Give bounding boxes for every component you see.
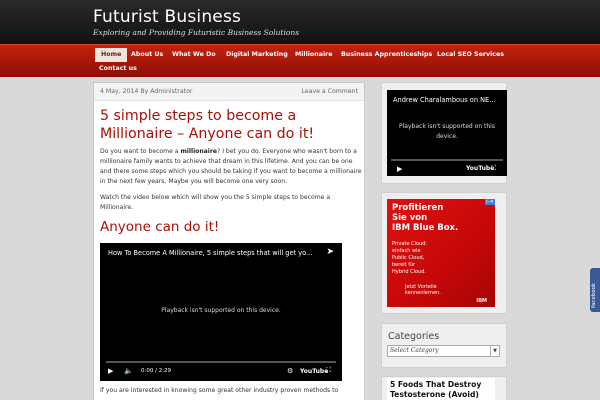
site-title[interactable]: Futurist Business — [93, 7, 241, 27]
facebook-side-tab[interactable]: facebook — [590, 268, 600, 312]
ad-body-line: einfach wie — [392, 248, 421, 254]
post-date-author: 4 May, 2014 By Administrator — [100, 88, 193, 95]
post-meta-bar: 4 May, 2014 By Administrator Leave a Com… — [94, 83, 364, 101]
facebook-label: facebook — [591, 282, 597, 308]
ad-headline-line: Sie von — [392, 213, 428, 223]
nav-item-what-we-do[interactable]: What We Do — [166, 48, 222, 62]
ad-footer-line: kennenlernen. — [405, 290, 441, 296]
post-article: 4 May, 2014 By Administrator Leave a Com… — [93, 82, 365, 400]
volume-icon[interactable]: 🔈 — [124, 367, 133, 375]
ibm-logo: IBM — [476, 298, 487, 304]
youtube-logo[interactable]: YouTube — [300, 368, 328, 375]
ad-headline: Profitieren Sie von IBM Blue Box. — [392, 203, 458, 233]
site-description: Exploring and Providing Futuristic Busin… — [93, 28, 300, 37]
sidebar-video-title[interactable]: Andrew Charalambous on NE... — [393, 96, 495, 104]
sidebar-video-message-2: device. — [436, 133, 458, 140]
main-video-player[interactable]: How To Become A Millionaire, 5 simple st… — [100, 243, 342, 381]
video-time: 0:00 / 2:29 — [141, 368, 172, 374]
nav-item-about-us[interactable]: About Us — [125, 48, 169, 62]
leave-comment-link[interactable]: Leave a Comment — [302, 88, 358, 95]
sidebar-video-progress[interactable] — [391, 159, 503, 161]
nav-item-business-apprenticeships[interactable]: Business Apprenticeships — [335, 48, 438, 62]
p1-text-start: Do you want to become a — [100, 148, 181, 155]
site-header: Futurist Business Exploring and Providin… — [0, 0, 600, 44]
categories-widget: Categories Select Category ▼ — [381, 323, 507, 368]
ad-footer[interactable]: Jetzt Vorteile kennenlernen. — [405, 284, 441, 296]
ad-choices-icon[interactable]: ▷✕ — [484, 199, 495, 205]
nav-item-home[interactable]: Home — [95, 48, 128, 62]
post-paragraph-3: If you are interested in knowing some gr… — [100, 387, 339, 394]
ad-body-line: Private Cloud: — [392, 241, 427, 247]
share-icon[interactable]: ➤ — [326, 247, 334, 257]
post-subheading: Anyone can do it! — [100, 219, 220, 235]
sidebar-fullscreen-icon[interactable]: ⛶ — [491, 164, 496, 173]
play-icon[interactable]: ▶ — [108, 367, 113, 375]
main-video-title[interactable]: How To Become A Millionaire, 5 simple st… — [108, 249, 312, 257]
fullscreen-icon[interactable]: ⛶ — [326, 366, 331, 375]
nav-item-local-seo-services[interactable]: Local SEO Services — [431, 48, 510, 62]
main-nav: Home About Us What We Do Digital Marketi… — [0, 44, 600, 77]
video-controls: ▶ 🔈 0:00 / 2:29 ⚙ YouTube ⛶ — [100, 363, 342, 381]
category-select-value: Select Category — [390, 347, 439, 354]
main-video-message: Playback isn't supported on this device. — [161, 307, 281, 314]
testosterone-ad[interactable]: 5 Foods That Destroy Testosterone (Avoid… — [387, 378, 495, 400]
ad-headline-line: IBM Blue Box. — [392, 223, 459, 233]
categories-title: Categories — [388, 331, 440, 342]
post-paragraph-2: Watch the video below which will show yo… — [100, 194, 331, 211]
ad-body-line: Hybrid Cloud. — [392, 269, 426, 275]
nav-item-digital-marketing[interactable]: Digital Marketing — [220, 48, 294, 62]
nav-item-contact-us[interactable]: Contact us — [93, 62, 143, 76]
ad-body: Private Cloud: einfach wie Public Cloud,… — [392, 241, 427, 276]
sidebar-play-icon[interactable]: ▶ — [397, 165, 402, 173]
category-select[interactable]: Select Category ▼ — [387, 345, 500, 357]
p1-bold-word: millionaire — [180, 148, 218, 155]
ad2-headline[interactable]: 5 Foods That Destroy Testosterone (Avoid… — [390, 380, 495, 400]
ad-body-line: Public Cloud, — [392, 255, 425, 261]
ad-headline-line: Profitieren — [392, 203, 444, 213]
chevron-down-icon[interactable]: ▼ — [490, 346, 499, 356]
nav-item-millionaire[interactable]: Millionaire — [289, 48, 339, 62]
ibm-ad-banner[interactable]: ▷✕ Profitieren Sie von IBM Blue Box. Pri… — [387, 199, 495, 307]
post-title[interactable]: 5 simple steps to become a Millionaire –… — [100, 107, 362, 143]
ad-body-line: bereit für — [392, 262, 416, 268]
sidebar-video-message-1: Playback isn't supported on this — [399, 123, 495, 130]
settings-icon[interactable]: ⚙ — [287, 367, 293, 375]
sidebar-video-player[interactable]: Andrew Charalambous on NE... Playback is… — [387, 90, 507, 176]
post-paragraph-1: Do you want to become a millionaire? I b… — [100, 147, 362, 187]
